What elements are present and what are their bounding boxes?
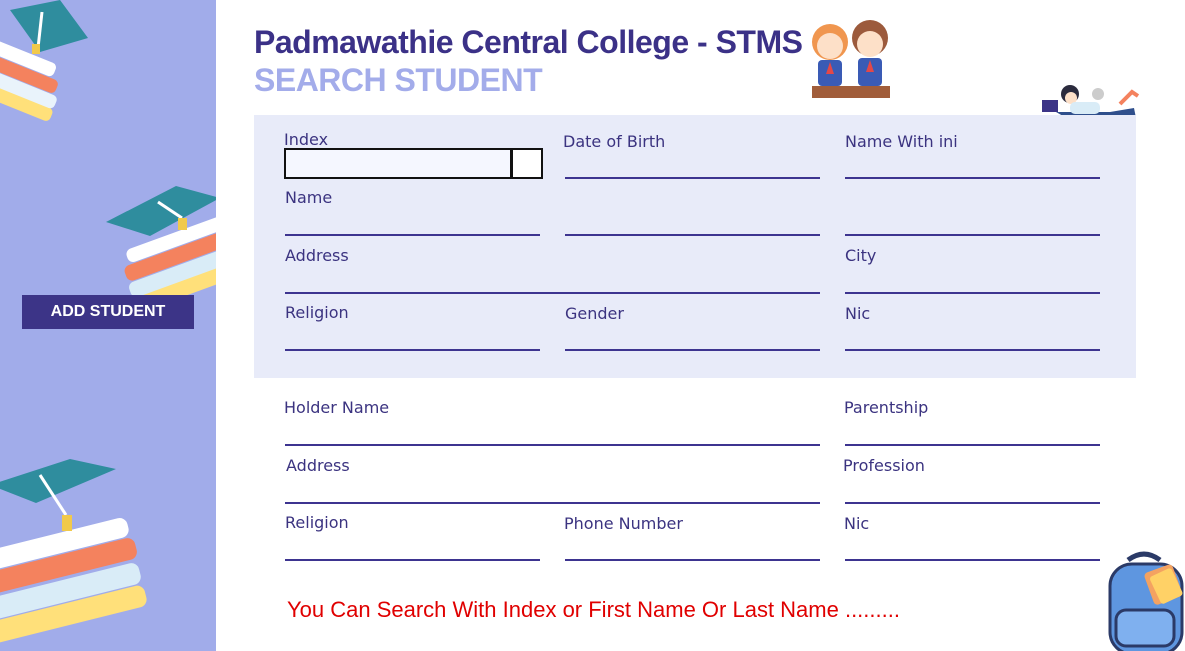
guardian-address-field[interactable]	[285, 502, 820, 504]
middle-name-field[interactable]	[565, 234, 820, 236]
profession-field[interactable]	[845, 502, 1100, 504]
address-field[interactable]	[285, 292, 820, 294]
first-name-field[interactable]	[285, 234, 540, 236]
name-with-ini-field[interactable]	[845, 177, 1100, 179]
books-graduation-cap-icon	[0, 0, 88, 121]
nic-label: Nic	[845, 304, 871, 323]
page-title: Padmawathie Central College - STMS	[254, 24, 803, 60]
address-label: Address	[285, 246, 349, 265]
city-field[interactable]	[845, 292, 1100, 294]
dob-label: Date of Birth	[563, 132, 666, 151]
phone-number-field[interactable]	[565, 559, 820, 561]
guardian-nic-label: Nic	[844, 514, 870, 533]
holder-name-label: Holder Name	[284, 398, 390, 417]
name-label: Name	[285, 188, 333, 207]
last-name-field[interactable]	[845, 234, 1100, 236]
books-graduation-cap-icon	[106, 186, 216, 308]
index-search-button[interactable]	[511, 148, 543, 179]
index-label: Index	[284, 130, 329, 149]
profession-label: Profession	[843, 456, 925, 475]
guardian-religion-field[interactable]	[285, 559, 540, 561]
guardian-nic-field[interactable]	[845, 559, 1100, 561]
page-subtitle: SEARCH STUDENT	[254, 62, 543, 98]
sidebar: ADD STUDENT	[0, 0, 216, 651]
dob-field[interactable]	[565, 177, 820, 179]
books-graduation-cap-icon	[0, 459, 147, 645]
religion-field[interactable]	[285, 349, 540, 351]
backpack-icon	[1108, 551, 1184, 651]
phone-number-label: Phone Number	[564, 514, 683, 533]
parentship-label: Parentship	[844, 398, 929, 417]
guardian-religion-label: Religion	[285, 513, 349, 532]
gender-field[interactable]	[565, 349, 820, 351]
parentship-field[interactable]	[845, 444, 1100, 446]
index-input[interactable]	[284, 148, 512, 179]
search-hint: You Can Search With Index or First Name …	[287, 597, 900, 622]
add-student-button[interactable]: ADD STUDENT	[22, 295, 194, 329]
holder-name-field[interactable]	[285, 444, 820, 446]
guardian-address-label: Address	[286, 456, 350, 475]
religion-label: Religion	[285, 303, 349, 322]
nic-field[interactable]	[845, 349, 1100, 351]
gender-label: Gender	[565, 304, 624, 323]
name-with-ini-label: Name With ini	[845, 132, 958, 151]
city-label: City	[845, 246, 877, 265]
students-icon	[812, 20, 890, 98]
